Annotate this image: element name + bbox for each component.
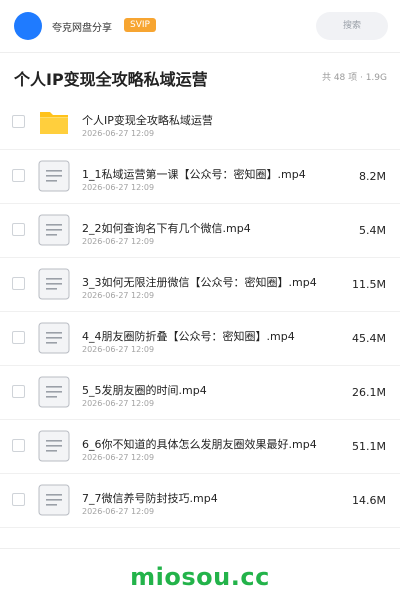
- select-checkbox[interactable]: [12, 439, 25, 452]
- file-name: 4_4朋友圈防折叠【公众号：密知圈】.mp4: [82, 330, 295, 343]
- file-date: 2026-06-27 12:09: [82, 399, 155, 408]
- file-name: 5_5发朋友圈的时间.mp4: [82, 384, 207, 397]
- document-icon: [38, 322, 70, 354]
- file-date: 2026-06-27 12:09: [82, 507, 155, 516]
- list-item[interactable]: 5_5发朋友圈的时间.mp4 2026-06-27 12:09 26.1M: [0, 366, 400, 420]
- row-divider: [0, 527, 400, 528]
- document-icon: [38, 430, 70, 462]
- file-date: 2026-06-27 12:09: [82, 183, 155, 192]
- select-checkbox[interactable]: [12, 169, 25, 182]
- user-name: 夸克网盘分享: [52, 23, 112, 34]
- file-size: 51.1M: [352, 440, 386, 453]
- file-name: 2_2如何查询名下有几个微信.mp4: [82, 222, 251, 235]
- list-item[interactable]: 2_2如何查询名下有几个微信.mp4 2026-06-27 12:09 5.4M: [0, 204, 400, 258]
- item-count: 共 48 项 · 1.9G: [321, 73, 387, 83]
- file-size: 5.4M: [359, 224, 386, 237]
- footer-divider: [0, 548, 400, 549]
- document-icon: [38, 484, 70, 516]
- select-checkbox[interactable]: [12, 223, 25, 236]
- file-name: 7_7微信养号防封技巧.mp4: [82, 492, 218, 505]
- file-size: 8.2M: [359, 170, 386, 183]
- avatar[interactable]: [14, 12, 42, 40]
- list-item[interactable]: 6_6你不知道的具体怎么发朋友圈效果最好.mp4 2026-06-27 12:0…: [0, 420, 400, 474]
- select-checkbox[interactable]: [12, 115, 25, 128]
- watermark: miosou.cc: [130, 563, 270, 591]
- file-date: 2026-06-27 12:09: [82, 291, 155, 300]
- file-size: 14.6M: [352, 494, 386, 507]
- select-checkbox[interactable]: [12, 385, 25, 398]
- svip-badge: SVIP: [124, 18, 156, 32]
- file-size: 11.5M: [352, 278, 386, 291]
- select-checkbox[interactable]: [12, 493, 25, 506]
- list-item[interactable]: 3_3如何无限注册微信【公众号：密知圈】.mp4 2026-06-27 12:0…: [0, 258, 400, 312]
- file-name: 个人IP变现全攻略私域运营: [82, 114, 213, 127]
- select-checkbox[interactable]: [12, 277, 25, 290]
- file-date: 2026-06-27 12:09: [82, 345, 155, 354]
- page-title: 个人IP变现全攻略私域运营: [14, 70, 208, 89]
- file-name: 1_1私域运营第一课【公众号：密知圈】.mp4: [82, 168, 306, 181]
- title-bar: 个人IP变现全攻略私域运营 共 48 项 · 1.9G: [0, 56, 400, 96]
- document-icon: [38, 268, 70, 300]
- file-date: 2026-06-27 12:09: [82, 237, 155, 246]
- document-icon: [38, 160, 70, 192]
- search-input[interactable]: 搜索: [316, 12, 388, 40]
- header: 夸克网盘分享 SVIP 搜索: [0, 0, 400, 52]
- list-item[interactable]: 4_4朋友圈防折叠【公众号：密知圈】.mp4 2026-06-27 12:09 …: [0, 312, 400, 366]
- folder-icon: [38, 106, 70, 138]
- header-divider: [0, 52, 400, 53]
- file-date: 2026-06-27 12:09: [82, 129, 155, 138]
- file-name: 6_6你不知道的具体怎么发朋友圈效果最好.mp4: [82, 438, 317, 451]
- list-item[interactable]: 7_7微信养号防封技巧.mp4 2026-06-27 12:09 14.6M: [0, 474, 400, 528]
- list-item[interactable]: 个人IP变现全攻略私域运营 2026-06-27 12:09: [0, 96, 400, 150]
- document-icon: [38, 214, 70, 246]
- file-size: 45.4M: [352, 332, 386, 345]
- file-name: 3_3如何无限注册微信【公众号：密知圈】.mp4: [82, 276, 317, 289]
- select-checkbox[interactable]: [12, 331, 25, 344]
- file-size: 26.1M: [352, 386, 386, 399]
- file-date: 2026-06-27 12:09: [82, 453, 155, 462]
- list-item[interactable]: 1_1私域运营第一课【公众号：密知圈】.mp4 2026-06-27 12:09…: [0, 150, 400, 204]
- document-icon: [38, 376, 70, 408]
